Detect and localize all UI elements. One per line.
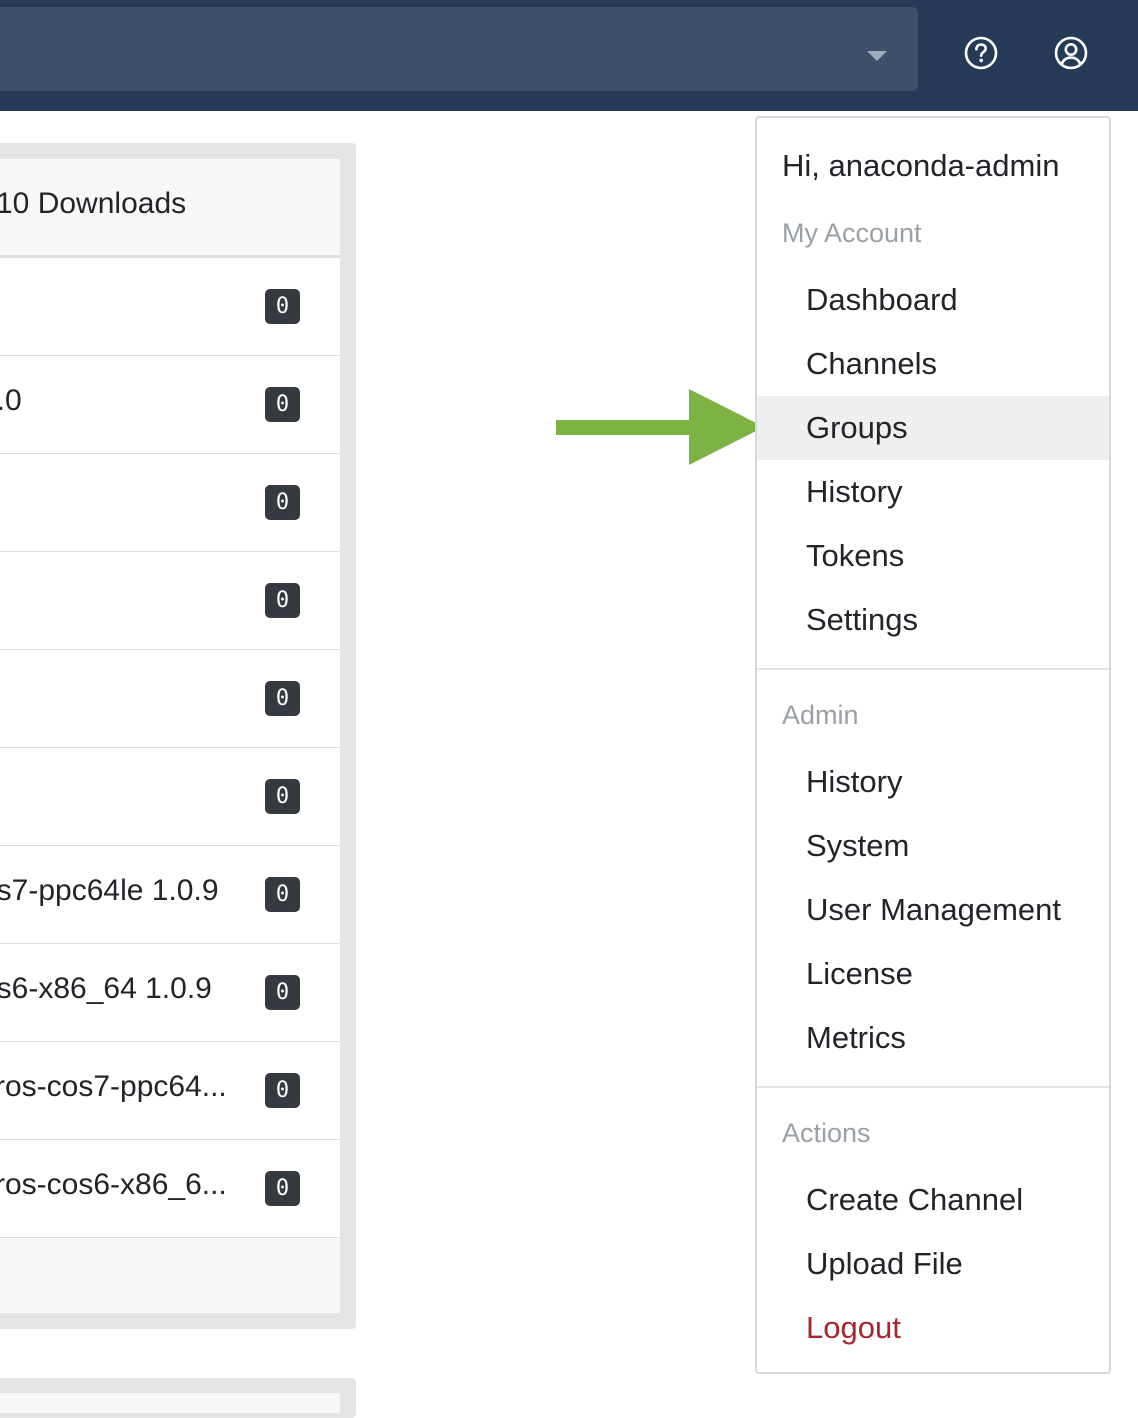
menu-item-license[interactable]: License: [757, 942, 1109, 1006]
package-row[interactable]: 0: [0, 650, 340, 748]
menu-item-history[interactable]: History: [757, 460, 1109, 524]
download-count-badge: 0: [265, 1171, 300, 1206]
download-count-badge: 0: [265, 877, 300, 912]
package-name[interactable]: 3.0: [0, 384, 22, 418]
package-row[interactable]: 0: [0, 258, 340, 356]
menu-item-admin-history[interactable]: History: [757, 750, 1109, 814]
user-account-icon[interactable]: [1053, 35, 1089, 71]
package-row[interactable]: 0: [0, 552, 340, 650]
menu-item-settings[interactable]: Settings: [757, 588, 1109, 652]
menu-item-channels[interactable]: Channels: [757, 332, 1109, 396]
second-panel-header: [0, 1393, 340, 1413]
download-count-badge: 0: [265, 975, 300, 1010]
menu-item-user-management[interactable]: User Management: [757, 878, 1109, 942]
menu-item-dashboard[interactable]: Dashboard: [757, 268, 1109, 332]
download-count-badge: 0: [265, 681, 300, 716]
package-name[interactable]: cros-cos6-x86_6...: [0, 1168, 227, 1202]
download-count-badge: 0: [265, 289, 300, 324]
menu-item-system[interactable]: System: [757, 814, 1109, 878]
download-count-badge: 0: [265, 583, 300, 618]
download-count-badge: 0: [265, 387, 300, 422]
menu-item-groups[interactable]: Groups: [757, 396, 1109, 460]
package-row[interactable]: cros-cos6-x86_6... 0: [0, 1140, 340, 1238]
menu-item-create-channel[interactable]: Create Channel: [757, 1168, 1109, 1232]
download-count-badge: 0: [265, 779, 300, 814]
menu-divider: [757, 668, 1109, 670]
panel-header: 10 Downloads: [0, 159, 340, 258]
package-name[interactable]: cros-cos7-ppc64...: [0, 1070, 227, 1104]
download-count-badge: 0: [265, 485, 300, 520]
menu-item-metrics[interactable]: Metrics: [757, 1006, 1109, 1070]
section-label-actions: Actions: [782, 1118, 871, 1148]
panel-title: 10 Downloads: [0, 187, 187, 220]
package-row[interactable]: cros-cos7-ppc64... 0: [0, 1042, 340, 1140]
package-row[interactable]: os7-ppc64le 1.0.9 0: [0, 846, 340, 944]
pointer-arrow-icon: [556, 389, 764, 465]
top-navbar: [0, 0, 1138, 111]
menu-item-logout[interactable]: Logout: [757, 1296, 1109, 1360]
channel-select[interactable]: [0, 7, 918, 91]
package-name[interactable]: os6-x86_64 1.0.9: [0, 972, 212, 1006]
package-row[interactable]: os6-x86_64 1.0.9 0: [0, 944, 340, 1042]
menu-item-upload-file[interactable]: Upload File: [757, 1232, 1109, 1296]
download-count-badge: 0: [265, 1073, 300, 1108]
section-label-my-account: My Account: [782, 218, 922, 248]
caret-down-icon[interactable]: [867, 51, 887, 61]
package-name[interactable]: os7-ppc64le 1.0.9: [0, 874, 219, 908]
menu-divider: [757, 1086, 1109, 1088]
package-row[interactable]: 0: [0, 748, 340, 846]
section-label-admin: Admin: [782, 700, 859, 730]
user-dropdown-menu: Hi, anaconda-admin My Account Dashboard …: [755, 116, 1111, 1374]
package-row[interactable]: 3.0 0: [0, 356, 340, 454]
downloads-panel: 10 Downloads 0 3.0 0 0 0 0 0 os7-ppc64le…: [0, 159, 340, 1313]
user-greeting: Hi, anaconda-admin: [782, 148, 1060, 183]
panel-footer: [0, 1239, 340, 1313]
package-row[interactable]: 0: [0, 454, 340, 552]
help-icon[interactable]: [963, 35, 999, 71]
menu-item-tokens[interactable]: Tokens: [757, 524, 1109, 588]
